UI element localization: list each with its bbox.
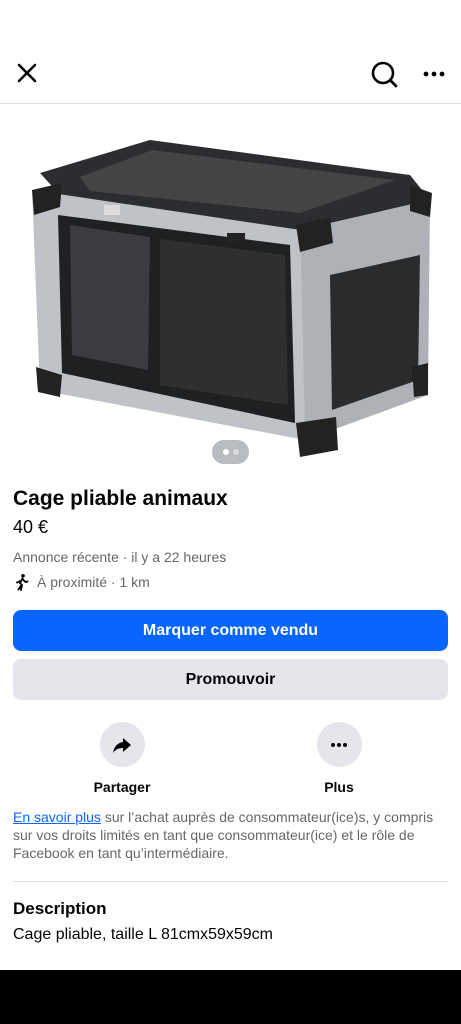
nearby-label: À proximité · 1 km (37, 574, 150, 590)
mark-sold-button[interactable]: Marquer comme vendu (13, 610, 448, 651)
more-dots-icon[interactable] (316, 722, 362, 767)
image-pager (212, 440, 249, 464)
top-bar (0, 44, 461, 104)
pager-dot (232, 449, 239, 455)
pager-dot-active (222, 449, 229, 455)
listing-title: Cage pliable animaux (13, 487, 228, 510)
listing-price: 40 € (13, 517, 49, 537)
nearby-row: À proximité · 1 km (13, 573, 150, 591)
system-navigation-bar (0, 970, 461, 1024)
divider (13, 881, 448, 882)
consumer-info: En savoir plus sur l’achat auprès de con… (13, 808, 448, 862)
share-action[interactable]: Partager (62, 722, 182, 795)
listing-photo[interactable] (0, 105, 461, 471)
share-icon[interactable] (99, 722, 145, 767)
description-text: Cage pliable, taille L 81cmx59x59cm (13, 926, 273, 943)
close-icon[interactable] (12, 58, 42, 88)
search-icon[interactable] (368, 58, 400, 90)
listing-meta: Annonce récente · il y a 22 heures (13, 549, 227, 565)
learn-more-link[interactable]: En savoir plus (13, 809, 101, 825)
promote-button[interactable]: Promouvoir (13, 659, 448, 700)
walking-person-icon (16, 574, 29, 591)
pet-cage-image (32, 140, 432, 457)
description-heading: Description (13, 899, 107, 918)
share-label: Partager (93, 779, 151, 795)
more-action[interactable]: Plus (279, 722, 399, 795)
more-label: Plus (324, 779, 354, 795)
more-horizontal-icon[interactable] (418, 58, 450, 90)
